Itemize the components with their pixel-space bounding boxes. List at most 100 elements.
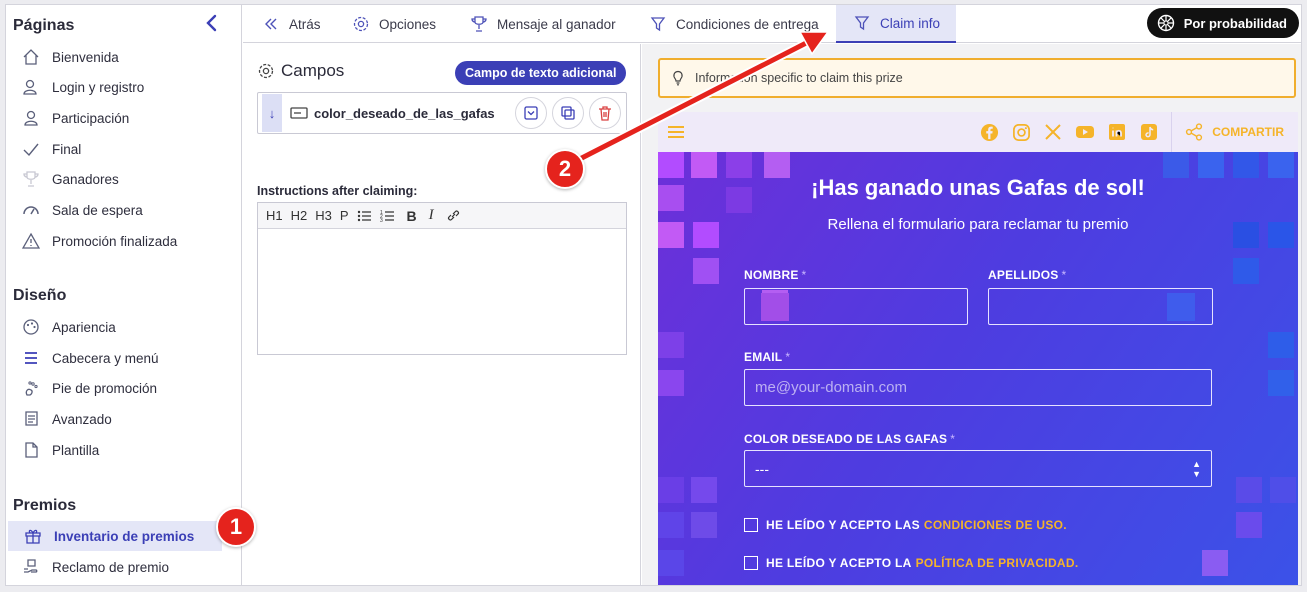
footprint-icon	[20, 377, 42, 399]
scroll-icon	[20, 408, 42, 430]
youtube-icon[interactable]	[1075, 122, 1095, 142]
h1-button[interactable]: H1	[266, 208, 283, 223]
info-banner: Information specific to claim this prize	[658, 58, 1296, 98]
sidebar-item-label: Reclamo de premio	[52, 559, 170, 575]
sidebar-item-plantilla[interactable]: Plantilla	[6, 435, 242, 465]
terms-checkbox[interactable]	[744, 518, 758, 532]
select-caret-icon: ▲ ▼	[1192, 458, 1201, 479]
drag-handle-icon[interactable]: ↓	[262, 94, 282, 132]
copy-icon	[561, 106, 575, 120]
annotation-badge-1: 1	[216, 507, 256, 547]
section-title-pages: Páginas	[13, 17, 75, 34]
email-input[interactable]: me@your-domain.com	[744, 369, 1212, 406]
last-name-input[interactable]	[988, 288, 1213, 325]
sidebar-item-final[interactable]: Final	[6, 134, 242, 164]
link-icon[interactable]	[446, 208, 461, 223]
warning-icon	[20, 230, 42, 252]
decor-square	[1236, 477, 1262, 503]
sidebar-item-pie-promocion[interactable]: Pie de promoción	[6, 373, 242, 403]
fields-title-label: Campos	[281, 61, 345, 80]
trophy-icon	[469, 14, 489, 34]
numbered-list-icon[interactable]: 123	[380, 209, 395, 223]
decor-square	[1268, 332, 1294, 358]
sidebar-item-label: Plantilla	[52, 442, 100, 458]
h3-button[interactable]: H3	[315, 208, 332, 223]
share-button[interactable]: COMPARTIR	[1184, 122, 1284, 142]
sidebar-item-promocion-finalizada[interactable]: Promoción finalizada	[6, 226, 242, 256]
sidebar-item-login[interactable]: Login y registro	[6, 72, 242, 102]
required-mark: *	[801, 268, 807, 282]
decor-square	[658, 332, 684, 358]
collapse-sidebar-icon[interactable]	[202, 13, 222, 33]
tab-winner-message[interactable]: Mensaje al ganador	[469, 5, 616, 43]
share-icon	[1184, 122, 1204, 142]
probability-label: Por probabilidad	[1183, 15, 1287, 31]
trophy-icon	[20, 168, 42, 190]
social-links: COMPARTIR	[967, 112, 1284, 152]
decor-square	[1268, 370, 1294, 396]
annotation-badge-2: 2	[545, 149, 585, 189]
tab-options[interactable]: Opciones	[351, 5, 436, 43]
sidebar-item-cabecera[interactable]: Cabecera y menú	[6, 343, 242, 373]
sidebar-item-sala-espera[interactable]: Sala de espera	[6, 195, 242, 225]
menu-lines-icon	[20, 347, 42, 369]
linkedin-icon[interactable]	[1107, 122, 1127, 142]
h2-button[interactable]: H2	[291, 208, 308, 223]
color-select[interactable]: --- ▲ ▼	[744, 450, 1212, 487]
probability-button[interactable]: Por probabilidad	[1146, 8, 1299, 38]
tiktok-icon[interactable]	[1139, 122, 1159, 142]
sidebar-item-inventario-premios[interactable]: Inventario de premios	[8, 521, 222, 551]
privacy-checkbox-row[interactable]: HE LEÍDO Y ACEPTO LA POLÍTICA DE PRIVACI…	[744, 556, 1079, 570]
filter-icon	[648, 14, 668, 34]
edit-field-button[interactable]	[515, 97, 547, 129]
decor-square	[761, 293, 789, 321]
sidebar-item-bienvenida[interactable]: Bienvenida	[6, 42, 242, 72]
add-text-field-button[interactable]: Campo de texto adicional	[455, 61, 627, 85]
privacy-checkbox[interactable]	[744, 556, 758, 570]
fields-title: Campos	[257, 61, 344, 81]
tab-back[interactable]: Atrás	[261, 5, 321, 43]
first-name-input[interactable]	[744, 288, 968, 325]
label-text: EMAIL	[744, 350, 783, 364]
hamburger-menu-icon[interactable]	[666, 122, 686, 142]
paragraph-button[interactable]: P	[340, 208, 349, 223]
instructions-label: Instructions after claiming:	[257, 184, 418, 198]
tab-delivery-conditions[interactable]: Condiciones de entrega	[648, 5, 819, 43]
sidebar-item-label: Final	[52, 141, 82, 157]
instagram-icon[interactable]	[1011, 122, 1031, 142]
file-icon	[20, 439, 42, 461]
sidebar-item-label: Participación	[52, 110, 130, 126]
italic-icon[interactable]: I	[429, 207, 434, 224]
duplicate-field-button[interactable]	[552, 97, 584, 129]
divider	[1171, 112, 1173, 152]
sidebar-item-reclamo-premio[interactable]: Reclamo de premio	[6, 552, 242, 582]
sidebar-item-apariencia[interactable]: Apariencia	[6, 312, 242, 342]
tab-claim-info[interactable]: Claim info	[836, 5, 957, 43]
decor-square	[693, 258, 719, 284]
preview-panel: Information specific to claim this prize…	[642, 44, 1301, 585]
prize-subtitle: Rellena el formulario para reclamar tu p…	[827, 216, 1129, 233]
facebook-icon[interactable]	[979, 122, 999, 142]
bold-icon[interactable]: B	[407, 208, 417, 224]
sidebar-item-avanzado[interactable]: Avanzado	[6, 404, 242, 434]
tab-label: Atrás	[289, 16, 321, 32]
rich-text-editor[interactable]: H1 H2 H3 P 123 B I	[257, 202, 627, 355]
sidebar: Páginas Bienvenida Login y registro Part…	[6, 5, 242, 585]
section-title-design: Diseño	[13, 287, 67, 304]
sidebar-item-label: Bienvenida	[52, 49, 119, 65]
sidebar-item-label: Sala de espera	[52, 202, 143, 218]
sidebar-item-label: Promoción finalizada	[52, 233, 178, 249]
terms-link[interactable]: CONDICIONES DE USO.	[924, 518, 1067, 532]
privacy-link[interactable]: POLÍTICA DE PRIVACIDAD.	[916, 556, 1079, 570]
decor-square	[1167, 293, 1195, 321]
delete-field-button[interactable]	[589, 97, 621, 129]
sidebar-item-participacion[interactable]: Participación	[6, 103, 242, 133]
user-icon	[20, 107, 42, 129]
sidebar-item-label: Apariencia	[52, 319, 116, 335]
x-twitter-icon[interactable]	[1043, 122, 1063, 142]
bullet-list-icon[interactable]	[357, 209, 372, 223]
decor-square	[1233, 258, 1259, 284]
filter-icon	[852, 13, 872, 33]
sidebar-item-ganadores[interactable]: Ganadores	[6, 164, 242, 194]
terms-checkbox-row[interactable]: HE LEÍDO Y ACEPTO LAS CONDICIONES DE USO…	[744, 518, 1067, 532]
